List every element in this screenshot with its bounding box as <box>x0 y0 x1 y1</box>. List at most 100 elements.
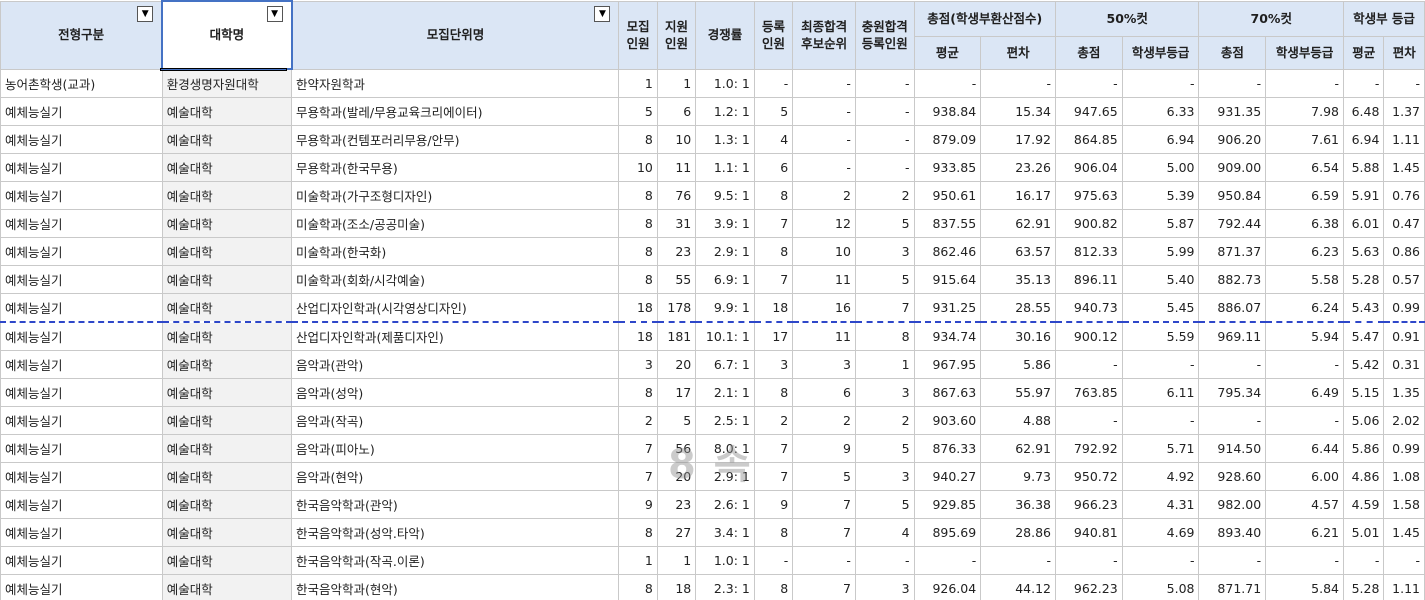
cell-total-avg[interactable]: 867.63 <box>913 378 982 407</box>
cell-p70-grade[interactable]: 5.58 <box>1265 265 1344 294</box>
cell-univ[interactable]: 예술대학 <box>161 490 293 519</box>
cell-extra[interactable]: 3 <box>854 378 915 407</box>
cell-univ[interactable]: 예술대학 <box>161 293 293 323</box>
cell-ratio[interactable]: 2.9: 1 <box>695 462 755 491</box>
cell-unit[interactable]: 음악과(현악) <box>291 462 620 491</box>
cell-grade-dev[interactable]: - <box>1383 546 1425 575</box>
cell-total-avg[interactable]: 862.46 <box>913 237 982 266</box>
cell-type[interactable]: 예체능실기 <box>0 546 163 575</box>
cell-enroll[interactable]: 18 <box>753 293 794 323</box>
cell-apply[interactable]: 20 <box>656 462 697 491</box>
cell-grade-avg[interactable]: - <box>1342 68 1385 98</box>
cell-total-dev[interactable]: 17.92 <box>980 125 1056 154</box>
cell-grade-avg[interactable]: 5.42 <box>1342 350 1385 379</box>
cell-p70-grade[interactable]: 6.00 <box>1265 462 1344 491</box>
cell-grade-avg[interactable]: 5.91 <box>1342 181 1385 210</box>
cell-p70-total[interactable]: 906.20 <box>1198 125 1267 154</box>
cell-recruit[interactable]: 8 <box>618 378 658 407</box>
cell-p50-total[interactable]: 947.65 <box>1054 97 1123 126</box>
cell-total-dev[interactable]: 55.97 <box>980 378 1056 407</box>
table-row[interactable]: 예체능실기 예술대학 미술학과(가구조형디자인) 8 76 9.5: 1 8 2 2 950.61… <box>0 181 1425 210</box>
cell-total-dev[interactable]: 28.86 <box>980 518 1056 547</box>
header-extra[interactable]: 충원합격 등록인원 <box>854 0 915 70</box>
cell-unit[interactable]: 음악과(성악) <box>291 378 620 407</box>
header-unit[interactable]: 모집단위명 ▼ <box>291 0 620 70</box>
cell-p50-total[interactable]: 812.33 <box>1054 237 1123 266</box>
header-p70-group[interactable]: 70%컷 <box>1198 0 1344 37</box>
cell-unit[interactable]: 무용학과(한국무용) <box>291 153 620 182</box>
table-row[interactable]: 예체능실기 예술대학 산업디자인학과(제품디자인) 18 181 10.1: 1 17 11 8… <box>0 321 1425 351</box>
cell-unit[interactable]: 음악과(작곡) <box>291 406 620 435</box>
cell-grade-dev[interactable]: 1.37 <box>1383 97 1425 126</box>
cell-final[interactable]: - <box>792 125 856 154</box>
cell-total-avg[interactable]: 926.04 <box>913 574 982 600</box>
cell-total-dev[interactable]: 62.91 <box>980 434 1056 463</box>
cell-grade-dev[interactable]: 1.45 <box>1383 518 1425 547</box>
cell-extra[interactable]: 3 <box>854 574 915 600</box>
cell-p70-grade[interactable]: - <box>1265 406 1344 435</box>
table-row[interactable]: 예체능실기 예술대학 무용학과(발레/무용교육크리에이터) 5 6 1.2: 1 5- -93… <box>0 97 1425 126</box>
cell-univ[interactable]: 예술대학 <box>161 125 293 154</box>
cell-univ[interactable]: 예술대학 <box>161 518 293 547</box>
cell-apply[interactable]: 55 <box>656 265 697 294</box>
cell-p50-total[interactable]: 900.82 <box>1054 209 1123 238</box>
header-p50-total[interactable]: 총점 <box>1054 35 1123 70</box>
cell-ratio[interactable]: 2.9: 1 <box>695 237 755 266</box>
cell-total-avg[interactable]: 950.61 <box>913 181 982 210</box>
cell-p70-grade[interactable]: 7.98 <box>1265 97 1344 126</box>
cell-extra[interactable]: 2 <box>854 406 915 435</box>
cell-enroll[interactable]: 5 <box>753 97 794 126</box>
cell-p50-total[interactable]: 940.73 <box>1054 293 1123 323</box>
cell-p50-grade[interactable]: - <box>1121 68 1200 98</box>
cell-p50-grade[interactable]: 4.69 <box>1121 518 1200 547</box>
cell-univ[interactable]: 예술대학 <box>161 209 293 238</box>
cell-univ[interactable]: 예술대학 <box>161 97 293 126</box>
cell-apply[interactable]: 27 <box>656 518 697 547</box>
cell-type[interactable]: 예체능실기 <box>0 265 163 294</box>
cell-grade-dev[interactable]: 1.45 <box>1383 153 1425 182</box>
cell-recruit[interactable]: 9 <box>618 490 658 519</box>
cell-univ[interactable]: 예술대학 <box>161 434 293 463</box>
cell-type[interactable]: 예체능실기 <box>0 574 163 600</box>
cell-final[interactable]: 7 <box>792 518 856 547</box>
cell-p70-total[interactable]: 909.00 <box>1198 153 1267 182</box>
cell-p50-total[interactable]: 900.12 <box>1054 321 1123 351</box>
cell-p70-total[interactable]: 982.00 <box>1198 490 1267 519</box>
cell-univ[interactable]: 예술대학 <box>161 265 293 294</box>
cell-total-dev[interactable]: 4.88 <box>980 406 1056 435</box>
table-row[interactable]: 예체능실기 예술대학 음악과(피아노) 7 56 8.0: 1 7 9 5 876.33 62.91… <box>0 434 1425 463</box>
cell-grade-avg[interactable]: 5.47 <box>1342 321 1385 351</box>
cell-ratio[interactable]: 1.2: 1 <box>695 97 755 126</box>
cell-grade-avg[interactable]: 6.48 <box>1342 97 1385 126</box>
cell-extra[interactable]: - <box>854 68 915 98</box>
cell-recruit[interactable]: 1 <box>618 546 658 575</box>
cell-ratio[interactable]: 1.1: 1 <box>695 153 755 182</box>
cell-p70-grade[interactable]: 7.61 <box>1265 125 1344 154</box>
cell-final[interactable]: - <box>792 153 856 182</box>
cell-enroll[interactable]: 7 <box>753 434 794 463</box>
cell-apply[interactable]: 31 <box>656 209 697 238</box>
cell-type[interactable]: 농어촌학생(교과) <box>0 68 163 98</box>
cell-total-dev[interactable]: - <box>980 68 1056 98</box>
header-total-group[interactable]: 총점(학생부환산점수) <box>913 0 1056 37</box>
cell-total-avg[interactable]: 915.64 <box>913 265 982 294</box>
cell-ratio[interactable]: 2.3: 1 <box>695 574 755 600</box>
cell-total-avg[interactable]: 895.69 <box>913 518 982 547</box>
cell-type[interactable]: 예체능실기 <box>0 350 163 379</box>
cell-extra[interactable]: 3 <box>854 237 915 266</box>
table-row[interactable]: 예체능실기 예술대학 음악과(성악) 8 17 2.1: 1 8 6 3 867.63 55.97 7… <box>0 378 1425 407</box>
cell-grade-dev[interactable]: 0.99 <box>1383 293 1425 323</box>
filter-dropdown-icon[interactable]: ▼ <box>266 6 283 22</box>
cell-unit[interactable]: 산업디자인학과(제품디자인) <box>291 321 620 351</box>
table-row[interactable]: 예체능실기 예술대학 산업디자인학과(시각영상디자인) 18 178 9.9: 1 18 16… <box>0 293 1425 323</box>
cell-extra[interactable]: 7 <box>854 293 915 323</box>
cell-extra[interactable]: 4 <box>854 518 915 547</box>
cell-type[interactable]: 예체능실기 <box>0 181 163 210</box>
cell-grade-dev[interactable]: - <box>1383 68 1425 98</box>
cell-total-dev[interactable]: 28.55 <box>980 293 1056 323</box>
cell-grade-dev[interactable]: 0.86 <box>1383 237 1425 266</box>
cell-p50-grade[interactable]: 5.00 <box>1121 153 1200 182</box>
cell-type[interactable]: 예체능실기 <box>0 125 163 154</box>
cell-p70-grade[interactable]: 6.44 <box>1265 434 1344 463</box>
table-row[interactable]: 예체능실기 예술대학 한국음악학과(작곡.이론) 1 1 1.0: 1----------… <box>0 546 1425 575</box>
